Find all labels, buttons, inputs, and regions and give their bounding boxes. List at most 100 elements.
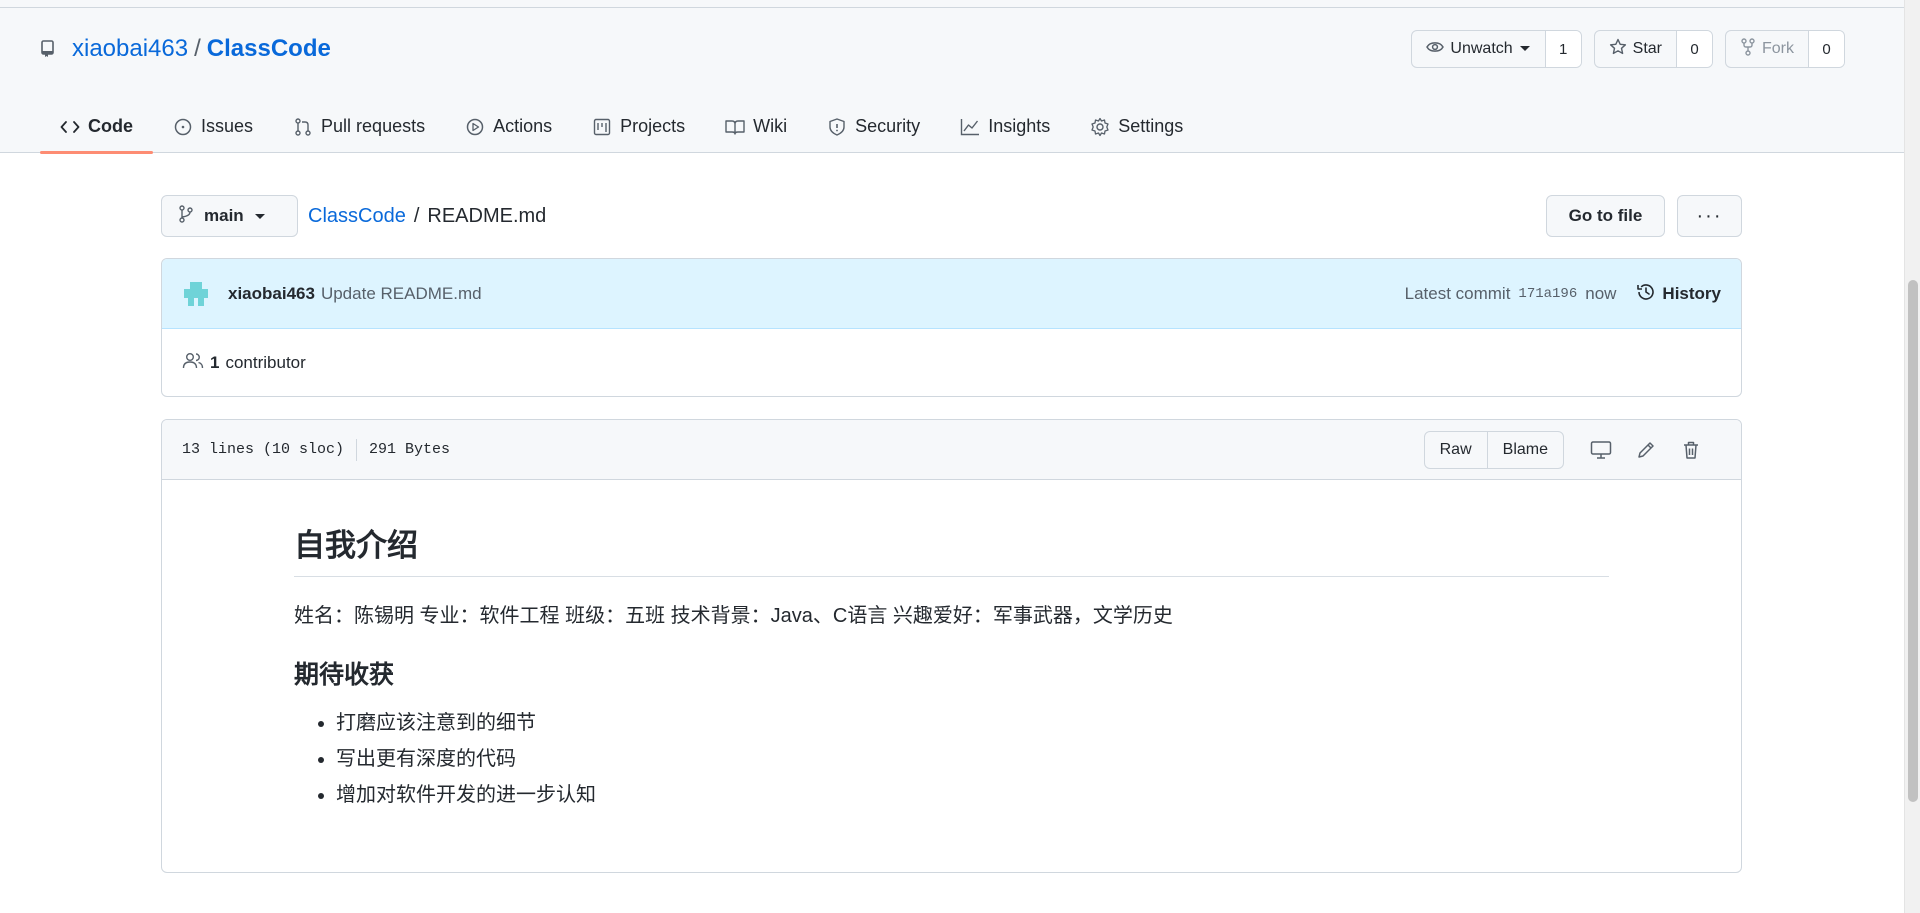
tab-label: Issues bbox=[201, 116, 254, 136]
project-icon bbox=[592, 117, 612, 137]
raw-button[interactable]: Raw bbox=[1425, 432, 1487, 468]
tab-actions[interactable]: Actions bbox=[445, 100, 572, 153]
scrollbar-thumb[interactable] bbox=[1908, 280, 1918, 802]
file-actions: Raw Blame bbox=[1423, 431, 1713, 469]
list-item: 写出更有深度的代码 bbox=[336, 741, 1609, 777]
more-options-button[interactable]: ··· bbox=[1677, 195, 1742, 237]
branch-name: main bbox=[204, 206, 244, 225]
page: xiaobai463 / ClassCode Unwatch 1 Star 0 bbox=[0, 0, 1920, 913]
list-item: 打磨应该注意到的细节 bbox=[336, 705, 1609, 741]
file-size: 291 Bytes bbox=[369, 441, 451, 458]
star-icon bbox=[1609, 38, 1627, 61]
breadcrumb-separator: / bbox=[413, 204, 420, 227]
file-header: 13 lines (10 sloc) 291 Bytes Raw Blame bbox=[162, 420, 1741, 480]
commit-time: now bbox=[1585, 284, 1617, 303]
fork-button-group: Fork 0 bbox=[1725, 30, 1845, 68]
branch-icon bbox=[178, 204, 194, 228]
file-navigation: main ClassCode / README.md Go to file ··… bbox=[161, 195, 1742, 237]
tab-security[interactable]: Security bbox=[807, 100, 940, 153]
branch-select-button[interactable]: main bbox=[161, 195, 298, 237]
graph-icon bbox=[960, 117, 980, 137]
tab-label: Pull requests bbox=[321, 116, 426, 136]
fork-button[interactable]: Fork bbox=[1726, 31, 1808, 67]
commit-author-link[interactable]: xiaobai463 bbox=[228, 284, 315, 304]
raw-blame-group: Raw Blame bbox=[1423, 431, 1564, 469]
repo-header: xiaobai463 / ClassCode Unwatch 1 Star 0 bbox=[0, 0, 1904, 154]
repo-separator: / bbox=[194, 35, 201, 62]
tab-label: Projects bbox=[620, 116, 686, 136]
go-to-file-button[interactable]: Go to file bbox=[1546, 195, 1665, 237]
tab-label: Wiki bbox=[753, 116, 788, 136]
watch-count[interactable]: 1 bbox=[1544, 31, 1581, 67]
tab-settings[interactable]: Settings bbox=[1070, 100, 1203, 153]
tab-label: Settings bbox=[1118, 116, 1184, 136]
tab-label: Actions bbox=[493, 116, 553, 136]
tab-label: Insights bbox=[988, 116, 1051, 136]
repo-icon bbox=[40, 39, 60, 59]
star-button[interactable]: Star bbox=[1595, 31, 1676, 67]
blame-button[interactable]: Blame bbox=[1486, 432, 1563, 468]
tab-insights[interactable]: Insights bbox=[940, 100, 1070, 153]
unwatch-button[interactable]: Unwatch bbox=[1412, 31, 1544, 67]
contributor-count: 1 bbox=[210, 353, 220, 372]
tab-issues[interactable]: Issues bbox=[153, 100, 273, 153]
star-count[interactable]: 0 bbox=[1676, 31, 1712, 67]
breadcrumb-file-name: README.md bbox=[427, 204, 547, 227]
issue-icon bbox=[173, 117, 193, 137]
breadcrumb: ClassCode / README.md bbox=[308, 195, 546, 237]
commit-meta: Latest commit 171a196 now History bbox=[1405, 259, 1721, 329]
file-viewer: 13 lines (10 sloc) 291 Bytes Raw Blame 自… bbox=[161, 419, 1742, 873]
commit-header: xiaobai463 Update README.md Latest commi… bbox=[162, 259, 1741, 329]
commit-sha-link[interactable]: 171a196 bbox=[1518, 286, 1577, 302]
tab-pull-requests[interactable]: Pull requests bbox=[273, 100, 445, 153]
code-icon bbox=[60, 117, 80, 137]
fork-icon bbox=[1740, 37, 1756, 61]
contributors-row[interactable]: 1 contributor bbox=[162, 329, 1741, 396]
star-button-group: Star 0 bbox=[1593, 30, 1713, 68]
readme-intro: 姓名：陈锡明 专业：软件工程 班级：五班 技术背景：Java、C语言 兴趣爱好：… bbox=[294, 604, 1173, 627]
tab-label: Security bbox=[855, 116, 921, 136]
watch-button-group: Unwatch 1 bbox=[1411, 30, 1582, 68]
latest-commit-box: xiaobai463 Update README.md Latest commi… bbox=[161, 258, 1742, 397]
history-label: History bbox=[1662, 284, 1721, 303]
repo-name-link[interactable]: ClassCode bbox=[207, 35, 331, 63]
readme-subheading: 期待收获 bbox=[294, 660, 395, 689]
tab-wiki[interactable]: Wiki bbox=[705, 100, 807, 153]
divider bbox=[356, 438, 358, 461]
breadcrumb-repo-link[interactable]: ClassCode bbox=[308, 205, 406, 228]
contributor-label: contributor bbox=[225, 353, 306, 372]
repo-nav-tabs: Code Issues Pull requests Actions Projec… bbox=[40, 100, 1203, 154]
pencil-icon[interactable] bbox=[1623, 431, 1668, 469]
shield-icon bbox=[827, 117, 847, 137]
star-label: Star bbox=[1632, 40, 1662, 57]
chevron-down-icon bbox=[254, 206, 266, 226]
eye-icon bbox=[1426, 40, 1445, 59]
history-link[interactable]: History bbox=[1636, 282, 1721, 307]
tab-projects[interactable]: Projects bbox=[572, 100, 705, 153]
people-icon bbox=[182, 352, 204, 375]
list-item: 增加对软件开发的进一步认知 bbox=[336, 777, 1609, 813]
book-icon bbox=[725, 117, 745, 137]
history-icon bbox=[1636, 282, 1656, 307]
unwatch-label: Unwatch bbox=[1450, 40, 1513, 57]
chevron-down-icon bbox=[1519, 40, 1531, 58]
avatar[interactable] bbox=[182, 280, 210, 308]
file-line-count: 13 lines (10 sloc) bbox=[182, 441, 345, 458]
tab-code[interactable]: Code bbox=[40, 100, 153, 154]
repo-title: xiaobai463 / ClassCode bbox=[40, 33, 331, 65]
tab-label: Code bbox=[88, 116, 133, 136]
readme-content: 自我介绍 姓名：陈锡明 专业：软件工程 班级：五班 技术背景：Java、C语言 … bbox=[294, 527, 1609, 813]
commit-message-link[interactable]: Update README.md bbox=[321, 284, 482, 304]
readme-heading: 自我介绍 bbox=[294, 527, 1609, 577]
scrollbar[interactable] bbox=[1904, 0, 1920, 913]
readme-list: 打磨应该注意到的细节 写出更有深度的代码 增加对软件开发的进一步认知 bbox=[294, 705, 1609, 813]
play-icon bbox=[465, 117, 485, 137]
divider bbox=[0, 7, 1904, 8]
desktop-icon[interactable] bbox=[1578, 431, 1623, 469]
trash-icon[interactable] bbox=[1668, 431, 1713, 469]
repo-actions: Unwatch 1 Star 0 Fork 0 bbox=[1411, 30, 1845, 68]
repo-owner-link[interactable]: xiaobai463 bbox=[72, 35, 188, 63]
fork-label: Fork bbox=[1762, 40, 1794, 57]
gear-icon bbox=[1090, 117, 1110, 137]
fork-count[interactable]: 0 bbox=[1808, 31, 1844, 67]
